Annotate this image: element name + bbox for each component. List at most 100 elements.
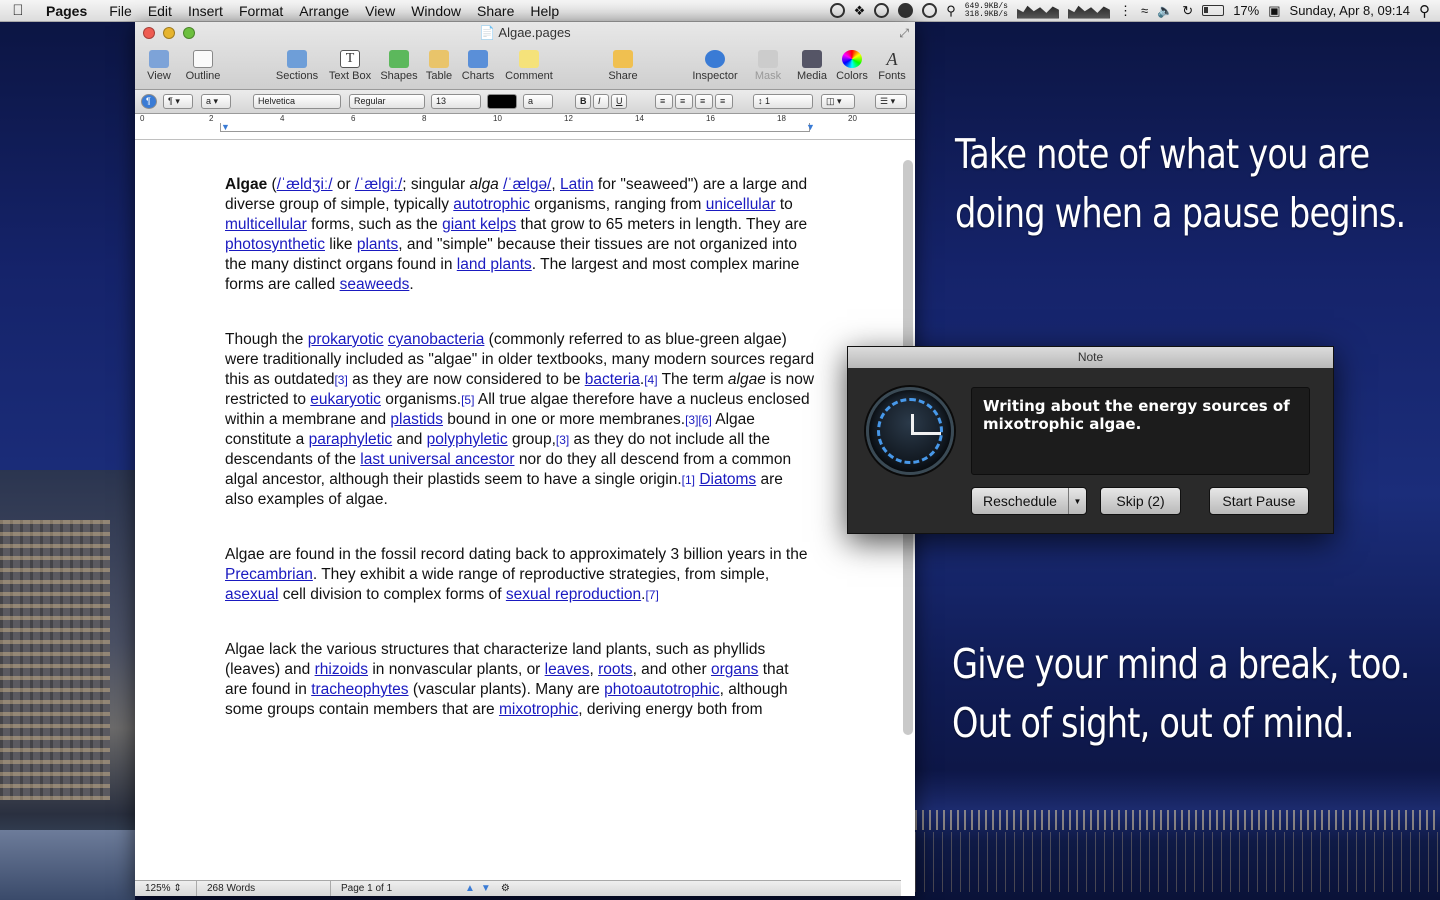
document-canvas[interactable]: Algae (/ˈældʒiː/ or /ˈælɡiː/; singular a…	[135, 160, 901, 882]
word-count[interactable]: 268 Words	[197, 881, 331, 896]
citation-link[interactable]: [4]	[644, 373, 657, 387]
start-pause-button[interactable]: Start Pause	[1209, 487, 1309, 515]
align-left-button[interactable]: ≡	[655, 94, 673, 109]
character-style-popup[interactable]: a ▾	[201, 94, 231, 109]
paragraph-1[interactable]: Algae (/ˈældʒiː/ or /ˈælɡiː/; singular a…	[225, 175, 815, 295]
toolbar-share[interactable]: Share	[593, 50, 653, 82]
menu-help[interactable]: Help	[522, 3, 567, 19]
doc-link[interactable]: Precambrian	[225, 566, 313, 583]
paragraph-style-popup[interactable]: ¶ ▾	[163, 94, 193, 109]
toolbar-comment[interactable]: Comment	[499, 50, 559, 82]
italic-button[interactable]: I	[593, 94, 609, 109]
doc-link[interactable]: plastids	[390, 411, 443, 428]
underline-button[interactable]: U	[611, 94, 627, 109]
next-page-icon[interactable]: ▼	[475, 883, 491, 894]
zoom-popup[interactable]: 125% ⇕	[135, 881, 197, 896]
doc-link[interactable]: land plants	[457, 256, 532, 273]
sync-icon[interactable]: ↻	[1182, 3, 1193, 19]
search-app-icon[interactable]: ⚲	[946, 3, 956, 19]
toolbar-outline[interactable]: Outline	[173, 50, 233, 82]
previous-page-icon[interactable]: ▲	[465, 883, 475, 894]
citation-link[interactable]: [7]	[645, 588, 658, 602]
paragraph-3[interactable]: Algae are found in the fossil record dat…	[225, 545, 815, 605]
citation-link[interactable]: [3]	[334, 373, 347, 387]
reschedule-button[interactable]: Reschedule ▼	[971, 487, 1087, 515]
doc-link[interactable]: sexual reproduction	[506, 586, 641, 603]
pause-app-icon[interactable]	[898, 3, 914, 18]
citation-link[interactable]: [3][6]	[685, 413, 712, 427]
citation-link[interactable]: [5]	[461, 393, 474, 407]
doc-link[interactable]: plants	[357, 236, 398, 253]
doc-link[interactable]: mixotrophic	[499, 701, 578, 718]
doc-link[interactable]: seaweeds	[340, 276, 410, 293]
apple-menu-icon[interactable]: 	[0, 2, 36, 19]
sync-status-icon[interactable]	[874, 3, 890, 18]
fullscreen-icon[interactable]: ⤢	[899, 26, 909, 41]
paragraph-4[interactable]: Algae lack the various structures that c…	[225, 640, 815, 720]
ruler[interactable]: 0 2 4 6 8 10 12 14 16 18 20 ▼ ▼	[135, 114, 915, 140]
bold-button[interactable]: B	[575, 94, 591, 109]
doc-link[interactable]: photoautotrophic	[604, 681, 719, 698]
memory-graph-icon[interactable]	[1067, 5, 1110, 19]
list-style-popup[interactable]: ☰ ▾	[875, 94, 907, 109]
doc-link[interactable]: polyphyletic	[427, 431, 508, 448]
menu-arrange[interactable]: Arrange	[291, 3, 357, 19]
font-style-popup[interactable]: Regular	[349, 94, 425, 109]
doc-link[interactable]: roots	[598, 661, 632, 678]
doc-link[interactable]: photosynthetic	[225, 236, 325, 253]
no-entry-icon[interactable]	[922, 3, 938, 18]
doc-link[interactable]: giant kelps	[442, 216, 516, 233]
reschedule-dropdown-icon[interactable]: ▼	[1068, 488, 1086, 514]
calendar-icon[interactable]: ▣	[1268, 3, 1280, 19]
menu-format[interactable]: Format	[231, 3, 291, 19]
doc-link[interactable]: /ˈælɡiː/	[355, 176, 402, 193]
doc-link[interactable]: multicellular	[225, 216, 307, 233]
doc-link[interactable]: autotrophic	[453, 196, 530, 213]
doc-link[interactable]: /ˈælɡə/	[503, 176, 551, 193]
battery-icon[interactable]	[1202, 5, 1225, 16]
doc-link[interactable]: paraphyletic	[309, 431, 393, 448]
time-machine-icon[interactable]	[829, 3, 845, 18]
doc-link[interactable]: leaves	[545, 661, 590, 678]
cpu-graph-icon[interactable]	[1016, 5, 1059, 19]
toolbar-inspector[interactable]: Inspector	[685, 50, 745, 82]
columns-popup[interactable]: ◫ ▾	[821, 94, 855, 109]
right-indent-marker[interactable]: ▼	[806, 122, 815, 132]
align-right-button[interactable]: ≡	[695, 94, 713, 109]
note-text-field[interactable]: Writing about the energy sources of mixo…	[971, 387, 1310, 475]
citation-link[interactable]: [1]	[682, 473, 695, 487]
left-indent-marker[interactable]: ▼	[221, 122, 230, 132]
doc-link[interactable]: rhizoids	[315, 661, 368, 678]
menu-edit[interactable]: Edit	[140, 3, 180, 19]
action-gear-icon[interactable]: ⚙	[491, 883, 510, 894]
menu-view[interactable]: View	[357, 3, 403, 19]
text-color-well[interactable]	[487, 94, 517, 109]
wifi-icon[interactable]: ≈	[1141, 3, 1148, 18]
font-family-popup[interactable]: Helvetica	[253, 94, 341, 109]
doc-link[interactable]: prokaryotic	[308, 331, 384, 348]
doc-link[interactable]: asexual	[225, 586, 278, 603]
doc-link[interactable]: unicellular	[706, 196, 776, 213]
menu-window[interactable]: Window	[403, 3, 469, 19]
dropbox-icon[interactable]: ❖	[854, 3, 866, 19]
bluetooth-icon[interactable]: ⋮	[1119, 3, 1132, 19]
line-spacing-popup[interactable]: ↕ 1	[753, 94, 813, 109]
menu-share[interactable]: Share	[469, 3, 522, 19]
doc-link[interactable]: Latin	[560, 176, 594, 193]
doc-link[interactable]: organs	[711, 661, 758, 678]
menu-file[interactable]: File	[101, 3, 140, 19]
doc-link[interactable]: bacteria	[585, 371, 640, 388]
doc-link[interactable]: /ˈældʒiː/	[277, 176, 333, 193]
doc-link[interactable]: cyanobacteria	[388, 331, 485, 348]
app-menu[interactable]: Pages	[36, 3, 101, 19]
skip-button[interactable]: Skip (2)	[1100, 487, 1181, 515]
menu-insert[interactable]: Insert	[180, 3, 231, 19]
doc-link[interactable]: last universal ancestor	[360, 451, 514, 468]
toolbar-fonts[interactable]: A Fonts	[862, 50, 922, 82]
align-center-button[interactable]: ≡	[675, 94, 693, 109]
spotlight-icon[interactable]: ⚲	[1419, 2, 1430, 20]
volume-icon[interactable]: 🔈	[1157, 3, 1173, 19]
styles-drawer-icon[interactable]: ¶	[141, 94, 157, 109]
paragraph-2[interactable]: Though the prokaryotic cyanobacteria (co…	[225, 330, 815, 510]
menu-clock[interactable]: Sunday, Apr 8, 09:14	[1290, 3, 1410, 18]
